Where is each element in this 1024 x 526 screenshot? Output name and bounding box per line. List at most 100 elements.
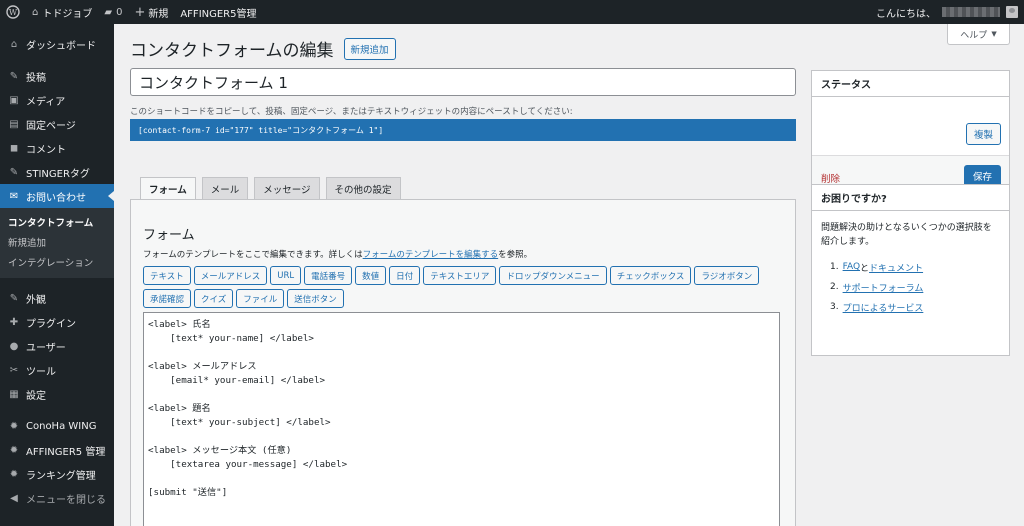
sidebar-item-label: AFFINGER5 管理 (26, 446, 106, 458)
comments-link[interactable]: ▰ 0 (98, 0, 128, 24)
editor-line: <label> メッセージ本文 (任意) (148, 445, 292, 456)
status-box: ステータス 複製 削除 保存 (811, 70, 1010, 197)
sidebar-item-contact[interactable]: ✉ お問い合わせ (0, 184, 114, 208)
tag-button-number[interactable]: 数値 (355, 266, 387, 285)
sidebar-item-users[interactable]: ● ユーザー (0, 334, 114, 358)
site-name-link[interactable]: ⌂ トドジョブ (26, 0, 98, 24)
tag-button-radio[interactable]: ラジオボタン (694, 266, 760, 285)
form-template-editor[interactable]: <label> 氏名 [text* your-name] </label> <l… (143, 312, 780, 526)
admin-sidebar: ⌂ ダッシュボード ✎ 投稿 ▣ メディア ▤ 固定ページ ◼ コメント ✎ STINGER… (0, 24, 114, 526)
tab-mail[interactable]: メール (201, 177, 249, 200)
tag-button-acceptance[interactable]: 承諾確認 (143, 289, 192, 308)
caret-down-icon: ▼ (991, 30, 997, 38)
help-label: ヘルプ (960, 30, 988, 41)
tag-button-email[interactable]: メールアドレス (193, 266, 268, 285)
editor-line: <label> 題名 (148, 403, 211, 414)
sidebar-item-media[interactable]: ▣ メディア (0, 88, 114, 112)
duplicate-button[interactable]: 複製 (965, 123, 1001, 145)
sidebar-item-conoha-wing[interactable]: ✹ ConoHa WING (0, 414, 114, 438)
tag-button-dropdown[interactable]: ドロップダウンメニュー (499, 266, 607, 285)
pin-icon: ✎ (9, 70, 19, 82)
new-content-link[interactable]: + 新規 (128, 0, 174, 24)
sidebar-item-label: プラグイン (26, 318, 76, 330)
support-forum-link[interactable]: サポートフォーラム (843, 281, 924, 294)
list-text: と (860, 263, 870, 274)
page-title: コンタクトフォームの編集 (130, 41, 334, 61)
sidebar-item-label: ツール (26, 366, 56, 378)
sidebar-item-affinger5[interactable]: ✹ AFFINGER5 管理 (0, 438, 114, 462)
editor-line: <label> メールアドレス (148, 361, 257, 372)
gear-icon: ✹ (9, 420, 19, 432)
help-tab-button[interactable]: ヘルプ ▼ (947, 24, 1010, 45)
home-icon: ⌂ (32, 6, 39, 18)
media-icon: ▣ (9, 94, 19, 106)
submenu-add-new[interactable]: 新規追加 (0, 232, 114, 252)
tag-button-textarea[interactable]: テキストエリア (423, 266, 497, 285)
tab-messages[interactable]: メッセージ (254, 177, 320, 200)
sidebar-item-label: お問い合わせ (26, 192, 86, 204)
add-new-button[interactable]: 新規追加 (343, 37, 396, 60)
tab-additional-settings[interactable]: その他の設定 (325, 177, 401, 200)
comment-icon: ▰ (104, 6, 113, 18)
sidebar-item-appearance[interactable]: ✎ 外観 (0, 286, 114, 310)
sidebar-item-label: コメント (26, 144, 66, 156)
site-name: トドジョブ (42, 8, 93, 20)
tag-button-checkbox[interactable]: チェックボックス (609, 266, 692, 285)
brush-icon: ✎ (9, 292, 19, 304)
professional-services-link[interactable]: プロによるサービス (843, 301, 924, 314)
sidebar-item-comments[interactable]: ◼ コメント (0, 136, 114, 160)
form-title-input[interactable]: コンタクトフォーム 1 (130, 68, 796, 96)
greeting-text: こんにちは、 (876, 8, 936, 20)
sidebar-item-pages[interactable]: ▤ 固定ページ (0, 112, 114, 136)
help-links: 1. FAQ と ドキュメント 2. サポートフォーラム 3. プロによるサービ… (812, 249, 1009, 317)
sidebar-item-dashboard[interactable]: ⌂ ダッシュボード (0, 32, 114, 56)
submenu-contact-forms[interactable]: コンタクトフォーム (0, 212, 114, 232)
faq-link[interactable]: FAQ (843, 262, 860, 272)
tag-button-tel[interactable]: 電話番号 (304, 266, 353, 285)
tag-button-text[interactable]: テキスト (143, 266, 191, 285)
wordpress-logo-icon[interactable]: W (0, 0, 26, 24)
editor-line: [textarea your-message] </label> (148, 459, 348, 470)
tag-button-file[interactable]: ファイル (236, 289, 285, 308)
gear-icon: ✹ (9, 468, 19, 480)
collapse-menu-button[interactable]: ◀ メニューを閉じる (0, 486, 114, 510)
form-template-doc-link[interactable]: フォームのテンプレートを編集する (363, 250, 499, 260)
panel-description: フォームのテンプレートをここで編集できます。詳しくはフォームのテンプレートを編集… (143, 248, 532, 260)
shortcode-field[interactable]: [contact-form-7 id="177" title="コンタクトフォー… (130, 119, 796, 141)
contact-submenu: コンタクトフォーム 新規追加 インテグレーション (0, 208, 114, 278)
settings-icon: ▦ (9, 388, 19, 400)
sidebar-item-stinger-tag[interactable]: ✎ STINGERタグ (0, 160, 114, 184)
my-account[interactable]: こんにちは、 (876, 0, 1018, 24)
panel-title: フォーム (143, 228, 195, 243)
sidebar-item-label: 外観 (26, 294, 46, 306)
sidebar-item-plugins[interactable]: ✚ プラグイン (0, 310, 114, 334)
affinger-label: AFFINGER5管理 (180, 8, 257, 20)
delete-link[interactable]: 削除 (821, 171, 840, 185)
panel-desc-text: を参照。 (498, 250, 533, 260)
sidebar-item-settings[interactable]: ▦ 設定 (0, 382, 114, 406)
docs-link[interactable]: ドキュメント (869, 261, 923, 274)
editor-line: [email* your-email] </label> (148, 375, 326, 386)
sidebar-item-label: 投稿 (26, 72, 46, 84)
svg-text:W: W (9, 8, 18, 17)
list-number: 2. (830, 282, 839, 292)
tag-button-url[interactable]: URL (270, 266, 302, 285)
tab-form[interactable]: フォーム (140, 177, 196, 200)
sidebar-item-label: メニューを閉じる (26, 494, 106, 506)
affinger-admin-link[interactable]: AFFINGER5管理 (174, 0, 262, 24)
sidebar-item-posts[interactable]: ✎ 投稿 (0, 64, 114, 88)
page-heading: コンタクトフォームの編集 新規追加 (130, 36, 396, 61)
sidebar-item-tools[interactable]: ✂ ツール (0, 358, 114, 382)
submenu-integration[interactable]: インテグレーション (0, 252, 114, 272)
editor-line: [text* your-name] </label> (148, 333, 314, 344)
tag-button-date[interactable]: 日付 (389, 266, 421, 285)
user-icon: ● (9, 340, 19, 352)
list-number: 1. (830, 262, 839, 272)
tag-button-submit[interactable]: 送信ボタン (287, 289, 344, 308)
tag-button-quiz[interactable]: クイズ (194, 289, 234, 308)
dashboard-icon: ⌂ (10, 38, 18, 50)
sidebar-item-ranking[interactable]: ✹ ランキング管理 (0, 462, 114, 486)
page-icon: ▤ (9, 118, 19, 130)
sidebar-item-label: 設定 (26, 390, 46, 402)
